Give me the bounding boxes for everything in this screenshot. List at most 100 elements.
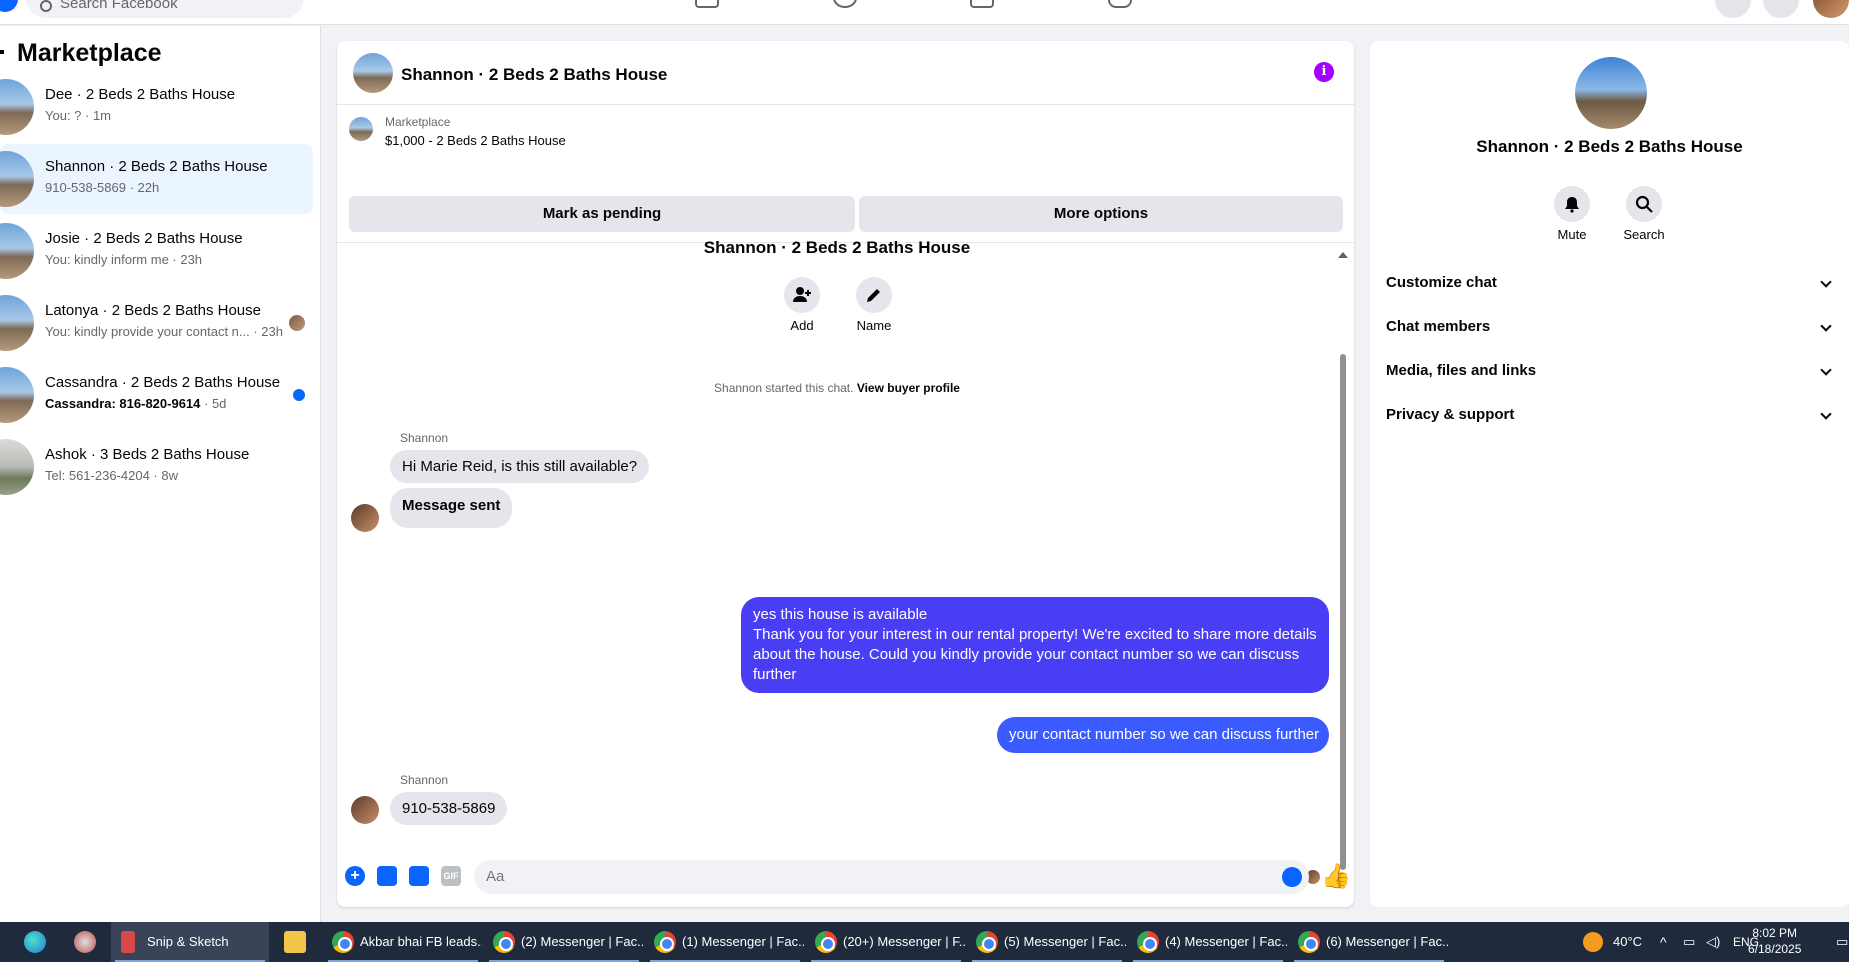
chrome-icon [1137,931,1159,953]
taskbar-chrome-window[interactable]: (20+) Messenger | F... [807,922,965,962]
conversation-item[interactable]: Latonya · 2 Beds 2 Baths House You: kind… [0,288,313,358]
network-icon[interactable]: ▭ [1683,922,1695,962]
like-icon[interactable]: 👍 [1321,864,1351,890]
notification-center-icon[interactable]: ▭ [1836,922,1849,962]
sender-name: Shannon [400,431,449,445]
taskbar-chrome-window[interactable]: (4) Messenger | Fac... [1129,922,1287,962]
app-icon[interactable] [74,931,96,953]
conversation-name: Shannon · 2 Beds 2 Baths House [45,158,268,175]
media-files-links-section[interactable]: Media, files and links [1386,353,1836,389]
plus-icon[interactable]: + [345,866,365,886]
taskbar-label: (4) Messenger | Fac... [1165,934,1287,949]
chevron-down-icon [1820,320,1832,332]
taskbar-label: (6) Messenger | Fac... [1326,934,1448,949]
marketplace-listing-bar: Marketplace $1,000 - 2 Beds 2 Baths Hous… [337,106,1354,243]
taskbar-chrome-window[interactable]: (5) Messenger | Fac... [968,922,1126,962]
conversation-item[interactable]: Ashok · 3 Beds 2 Baths House Tel: 561-23… [0,432,313,502]
conversation-name: Josie · 2 Beds 2 Baths House [45,230,243,247]
menu-grid-icon[interactable] [1715,0,1751,18]
conversation-item-active[interactable]: Shannon · 2 Beds 2 Baths House 910-538-5… [0,144,313,214]
chevron-down-icon [1820,364,1832,376]
photo-icon[interactable] [377,866,397,886]
emoji-icon[interactable] [1282,867,1302,887]
sender-avatar[interactable] [351,504,379,532]
scroll-up-icon[interactable] [1338,252,1348,258]
incoming-message[interactable]: 910-538-5869 [390,792,508,825]
search-placeholder: Search Facebook [60,0,178,12]
mark-as-pending-button[interactable]: Mark as pending [349,196,855,232]
listing-thumbnail[interactable] [349,117,373,141]
thread-scrollbar[interactable] [1338,252,1348,884]
taskbar-chrome-window[interactable]: Akbar bhai FB leads... [324,922,482,962]
file-explorer-icon[interactable] [284,931,306,953]
facebook-logo-icon[interactable] [0,0,18,12]
mute-label: Mute [1557,227,1587,242]
incoming-message[interactable]: Message sent [390,488,513,528]
scrollbar-thumb[interactable] [1340,354,1346,870]
snip-icon [121,931,135,953]
contact-avatar[interactable] [1575,57,1647,129]
incoming-message[interactable]: Hi Marie Reid, is this still available? [390,450,650,483]
back-icon[interactable] [0,50,4,54]
chat-members-section[interactable]: Chat members [1386,309,1836,345]
section-label: Chat members [1386,318,1491,335]
taskbar-label: (2) Messenger | Fac... [521,934,643,949]
notifications-icon[interactable] [1763,0,1799,18]
chat-panel: Shannon · 2 Beds 2 Baths House i Marketp… [337,41,1354,907]
search-label: Search [1623,227,1665,242]
edit-name-button[interactable] [856,277,892,313]
taskbar-snip-sketch[interactable]: Snip & Sketch [111,922,269,962]
chevron-up-icon[interactable]: ^ [1660,922,1667,962]
conversation-preview: You: kindly provide your contact n... · … [45,324,283,339]
message-input[interactable] [474,860,1309,894]
chevron-down-icon [1820,408,1832,420]
clock-date: 6/18/2025 [1748,942,1802,956]
search-chat-button[interactable] [1626,186,1662,222]
conversation-preview: 910-538-5869 · 22h [45,180,160,195]
taskbar-chrome-window[interactable]: (6) Messenger | Fac... [1290,922,1448,962]
conversation-sidebar: Marketplace Dee · 2 Beds 2 Baths House Y… [0,26,321,922]
mute-button[interactable] [1554,186,1590,222]
outgoing-message[interactable]: yes this house is available Thank you fo… [741,597,1329,693]
conversation-item[interactable]: Josie · 2 Beds 2 Baths House You: kindly… [0,216,313,286]
seen-avatar [289,315,305,331]
weather-icon[interactable] [1583,932,1603,952]
view-buyer-profile-link[interactable]: View buyer profile [857,381,960,395]
search-icon [40,0,52,12]
watch-tab-icon[interactable] [970,0,994,8]
listing-price-title[interactable]: $1,000 - 2 Beds 2 Baths House [385,133,566,148]
chat-header: Shannon · 2 Beds 2 Baths House i [337,41,1354,105]
conversation-preview: You: kindly inform me · 23h [45,252,203,267]
conversation-item[interactable]: Cassandra · 2 Beds 2 Baths House Cassand… [0,360,313,430]
taskbar-chrome-window[interactable]: (1) Messenger | Fac... [646,922,804,962]
add-people-button[interactable] [784,277,820,313]
temperature[interactable]: 40°C [1613,922,1642,962]
taskbar-label: Akbar bhai FB leads... [360,934,482,949]
chat-avatar[interactable] [353,53,393,93]
sticker-icon[interactable] [409,866,429,886]
search-input[interactable]: Search Facebook [26,0,304,18]
section-label: Privacy & support [1386,406,1515,423]
edge-icon[interactable] [24,931,46,953]
marketplace-tab-icon[interactable] [695,0,719,8]
profile-avatar[interactable] [1813,0,1849,18]
volume-icon[interactable]: ◁) [1706,922,1720,962]
privacy-support-section[interactable]: Privacy & support [1386,397,1836,433]
taskbar-label: (1) Messenger | Fac... [682,934,804,949]
name-label: Name [856,318,892,333]
customize-chat-section[interactable]: Customize chat [1386,265,1836,301]
outgoing-message[interactable]: your contact number so we can discuss fu… [997,717,1329,753]
marketplace-label: Marketplace [385,115,451,129]
system-clock[interactable]: 8:02 PM 6/18/2025 [1748,925,1801,957]
sender-avatar[interactable] [351,796,379,824]
info-icon[interactable]: i [1314,62,1334,82]
conversation-item[interactable]: Dee · 2 Beds 2 Baths House You: ? · 1m [0,72,313,142]
listing-thumbnail [0,367,34,423]
more-options-button[interactable]: More options [859,196,1343,232]
gaming-tab-icon[interactable] [1108,0,1132,8]
chat-title[interactable]: Shannon · 2 Beds 2 Baths House [401,65,667,85]
conversation-name: Cassandra · 2 Beds 2 Baths House [45,374,281,391]
taskbar-chrome-window[interactable]: (2) Messenger | Fac... [485,922,643,962]
groups-tab-icon[interactable] [833,0,857,8]
gif-icon[interactable]: GIF [441,866,461,886]
